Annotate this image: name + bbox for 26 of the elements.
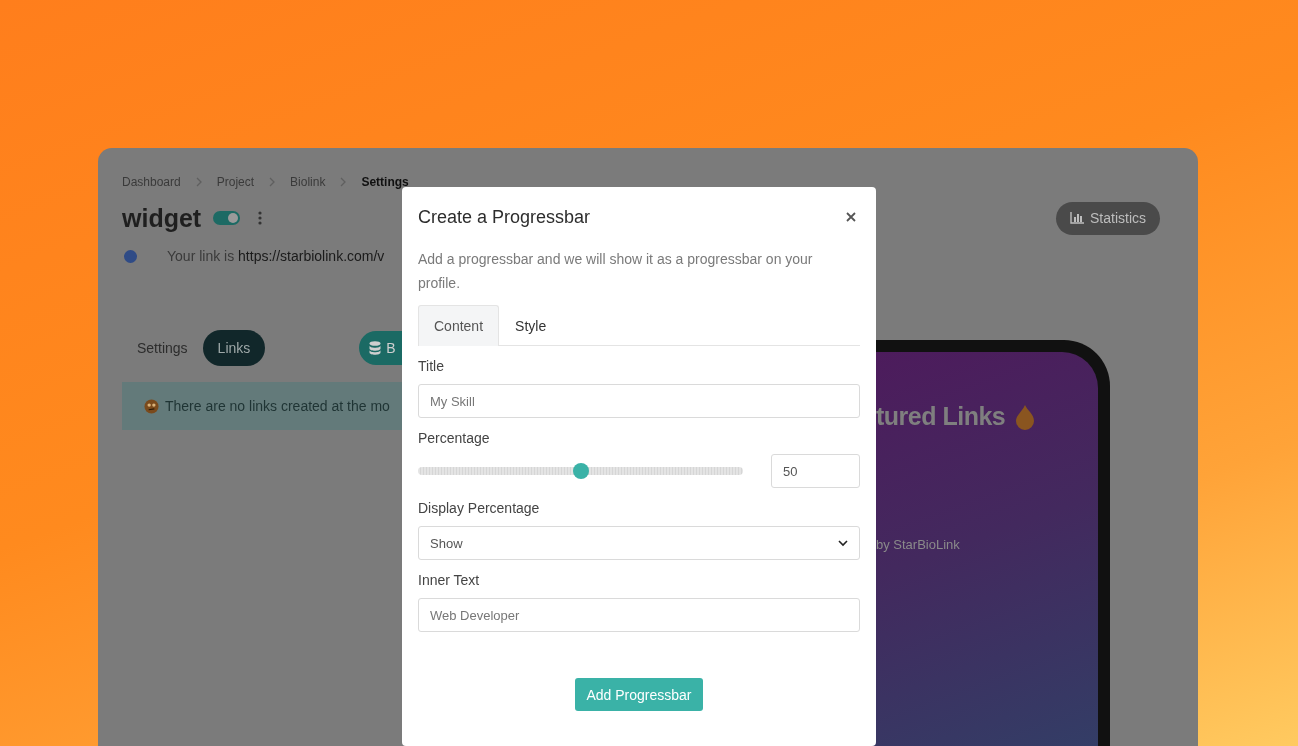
dropdown[interactable]: Show xyxy=(418,526,860,560)
alert-message: There are no links created at the mo xyxy=(165,398,390,414)
profile-link[interactable]: https://starbiolink.com/v xyxy=(238,248,385,264)
modal-description: Add a progressbar and we will show it as a progressbar on your profile. xyxy=(418,250,814,293)
field-label: Percentage xyxy=(418,429,491,448)
field-label: Display Percentage xyxy=(418,499,541,518)
preview-footer: by StarBioLink xyxy=(876,537,1098,552)
statistics-button[interactable]: Statistics xyxy=(1056,201,1160,235)
link-sentence: Your link is https://starbiolink.com/v xyxy=(167,248,385,264)
modal-tab[interactable]: Content xyxy=(418,305,500,346)
section-tab[interactable]: Links xyxy=(202,330,266,366)
breadcrumb-link[interactable]: Settings xyxy=(361,175,409,189)
breadcrumb-link[interactable]: Dashboard xyxy=(122,175,181,189)
modal-tab[interactable]: Style xyxy=(499,305,563,346)
modal-title: Create a Progressbar xyxy=(418,206,591,228)
number-field[interactable]: 50 xyxy=(771,454,860,488)
preview-heading: tured Links xyxy=(876,402,1006,431)
field-label: Inner Text xyxy=(418,571,481,590)
page-title: widget xyxy=(122,203,202,233)
add-progressbar-button[interactable]: Add Progressbar xyxy=(575,678,703,711)
text-field[interactable]: My Skill xyxy=(418,384,860,418)
text-field[interactable]: Web Developer xyxy=(418,598,860,632)
breadcrumb-link[interactable]: Biolink xyxy=(290,175,326,189)
field-label: Title xyxy=(418,357,445,376)
breadcrumb-link[interactable]: Project xyxy=(216,175,255,189)
section-tab[interactable]: Settings xyxy=(122,330,203,366)
